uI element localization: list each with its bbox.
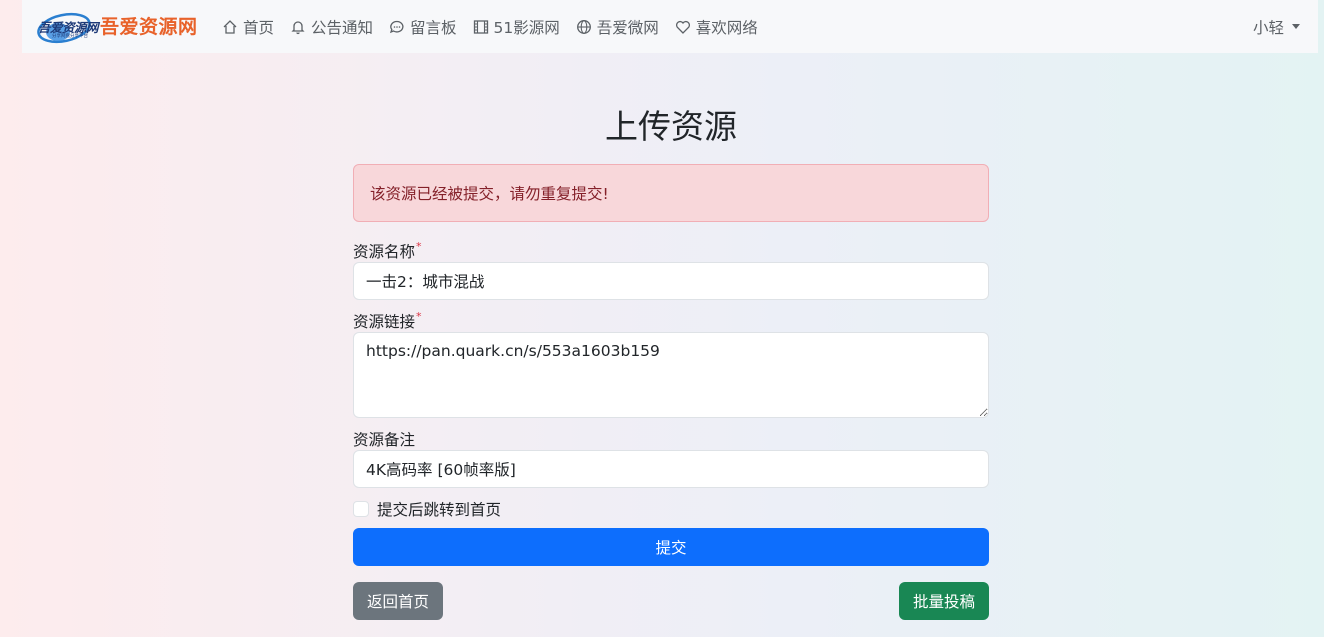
bell-icon [290, 19, 306, 35]
nav-item-label: 留言板 [410, 18, 457, 37]
logo-image: 吾爱资源网 分享网盘分享平台 [36, 8, 99, 46]
user-dropdown[interactable]: 小轻 [1253, 0, 1300, 53]
logo-subtext: 分享网盘分享平台 [52, 34, 88, 39]
home-icon [222, 19, 238, 35]
top-navbar: 吾爱资源网 分享网盘分享平台 吾爱资源网 首页 公告通知 留言板 51影源网 吾… [22, 0, 1318, 53]
resource-name-label: 资源名称* [353, 240, 422, 262]
nav-item-label: 首页 [243, 18, 275, 37]
nav-item-51-film[interactable]: 51影源网 [473, 16, 560, 38]
chat-icon [389, 19, 405, 35]
nav-item-home[interactable]: 首页 [222, 16, 274, 38]
nav-item-52-wei[interactable]: 吾爱微网 [576, 16, 659, 38]
nav-item-label: 吾爱微网 [596, 18, 659, 37]
resource-link-textarea[interactable]: https://pan.quark.cn/s/553a1603b159 [353, 332, 989, 418]
brand-title: 吾爱资源网 [100, 16, 198, 38]
film-icon [473, 19, 489, 35]
resource-link-label: 资源链接* [353, 310, 422, 332]
batch-submit-button[interactable]: 批量投稿 [899, 582, 989, 620]
resource-note-input[interactable] [353, 450, 989, 488]
brand-logo[interactable]: 吾爱资源网 分享网盘分享平台 吾爱资源网 [36, 8, 202, 46]
nav-item-announcements[interactable]: 公告通知 [290, 16, 373, 38]
redirect-checkbox-row: 提交后跳转到首页 [353, 498, 501, 520]
globe-icon [576, 19, 592, 35]
user-name: 小轻 [1252, 18, 1284, 37]
nav-item-label: 喜欢网络 [695, 18, 758, 37]
nav-menu: 首页 公告通知 留言板 51影源网 吾爱微网 喜欢网络 [222, 0, 774, 53]
error-alert: 该资源已经被提交，请勿重复提交! [353, 164, 989, 222]
redirect-checkbox[interactable] [353, 501, 369, 517]
label-text: 资源备注 [353, 431, 416, 449]
required-mark: * [416, 310, 422, 323]
label-text: 资源链接 [353, 313, 416, 331]
alert-message: 该资源已经被提交，请勿重复提交! [370, 185, 609, 203]
nav-item-label: 51影源网 [493, 18, 560, 37]
nav-item-favorite-net[interactable]: 喜欢网络 [675, 16, 758, 38]
label-text: 资源名称 [353, 243, 416, 261]
heart-icon [675, 19, 691, 35]
back-home-button[interactable]: 返回首页 [353, 582, 443, 620]
nav-item-label: 公告通知 [311, 18, 374, 37]
resource-name-input[interactable] [353, 262, 989, 300]
nav-item-guestbook[interactable]: 留言板 [389, 16, 457, 38]
required-mark: * [416, 240, 422, 253]
page-title: 上传资源 [605, 107, 737, 146]
caret-down-icon [1292, 24, 1300, 29]
resource-note-label: 资源备注 [353, 428, 415, 450]
submit-button[interactable]: 提交 [353, 528, 989, 566]
redirect-checkbox-label[interactable]: 提交后跳转到首页 [377, 498, 501, 520]
